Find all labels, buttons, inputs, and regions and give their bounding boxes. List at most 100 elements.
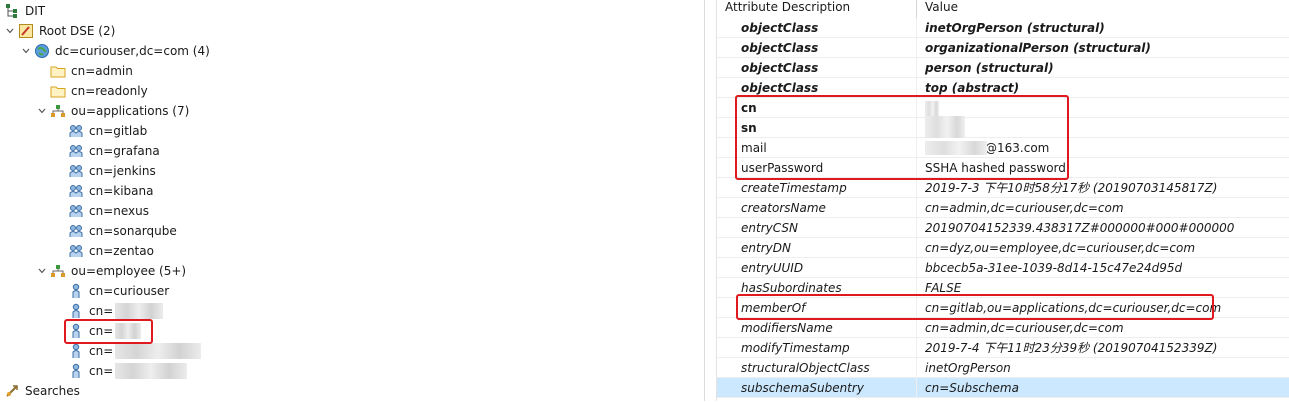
- dit-tree-pane: DIT Root DSE (2) dc=curiouser,dc=com (4)…: [0, 0, 705, 401]
- tree-label-app: cn=sonarqube: [89, 224, 177, 238]
- searches-icon: [4, 383, 20, 399]
- chevron-down-icon[interactable]: [20, 41, 32, 61]
- attribute-value: inetOrgPerson: [925, 360, 1011, 375]
- group-icon: [68, 223, 84, 239]
- attribute-row-selected[interactable]: subschemaSubentry cn=Subschema: [717, 377, 1289, 398]
- attribute-row[interactable]: objectClass inetOrgPerson (structural): [717, 17, 1289, 38]
- tree-item-applications[interactable]: ou=applications (7): [0, 101, 704, 121]
- tree-label-app: cn=nexus: [89, 204, 149, 218]
- attribute-row[interactable]: structuralObjectClass inetOrgPerson: [717, 357, 1289, 378]
- group-icon: [68, 183, 84, 199]
- attribute-name: entryUUID: [717, 257, 917, 278]
- highlight-box-credentials: [735, 95, 1069, 180]
- tree-label-app: cn=zentao: [89, 244, 154, 258]
- tree-label-searches: Searches: [25, 384, 80, 398]
- redacted-text: [115, 343, 202, 359]
- group-icon: [68, 163, 84, 179]
- attribute-row[interactable]: createTimestamp 2019-7-3 下午10时58分17秒 (20…: [717, 177, 1289, 198]
- attribute-name: objectClass: [717, 37, 917, 58]
- tree-label-readonly: cn=readonly: [71, 84, 148, 98]
- tree-item-admin[interactable]: cn=admin: [0, 61, 704, 81]
- group-icon: [68, 203, 84, 219]
- attribute-value: 20190704152339.438317Z#000000#000#000000: [925, 220, 1235, 235]
- attribute-row[interactable]: entryCSN 20190704152339.438317Z#000000#0…: [717, 217, 1289, 238]
- attribute-row[interactable]: entryDN cn=dyz,ou=employee,dc=curiouser,…: [717, 237, 1289, 258]
- attribute-value: cn=dyz,ou=employee,dc=curiouser,dc=com: [925, 240, 1196, 255]
- tree-item-person[interactable]: cn=: [0, 341, 704, 361]
- tree-item-employee[interactable]: ou=employee (5+): [0, 261, 704, 281]
- redacted-text: [115, 363, 188, 379]
- group-icon: [68, 243, 84, 259]
- selection-highlight-box: [64, 319, 153, 344]
- dit-tree-icon: [4, 3, 20, 19]
- person-icon: [68, 343, 84, 359]
- tree-item-app[interactable]: cn=nexus: [0, 201, 704, 221]
- attribute-name: structuralObjectClass: [717, 357, 917, 378]
- tree-item-root-dse[interactable]: Root DSE (2): [0, 21, 704, 41]
- tree-label-admin: cn=admin: [71, 64, 133, 78]
- tree-item-dit[interactable]: DIT: [0, 1, 704, 21]
- attribute-row[interactable]: modifyTimestamp 2019-7-4 下午11时23分39秒 (20…: [717, 337, 1289, 358]
- tree-item-app[interactable]: cn=kibana: [0, 181, 704, 201]
- attribute-value: bbcecb5a-31ee-1039-8d14-15c47e24d95d: [925, 260, 1183, 275]
- attribute-value: inetOrgPerson (structural): [925, 20, 1105, 35]
- attribute-row[interactable]: objectClass person (structural): [717, 57, 1289, 78]
- attribute-name: subschemaSubentry: [717, 377, 917, 398]
- chevron-down-icon[interactable]: [36, 261, 48, 281]
- chevron-down-icon[interactable]: [4, 21, 16, 41]
- tree-item-person[interactable]: cn=: [0, 301, 704, 321]
- group-icon: [68, 123, 84, 139]
- tree-label-app: cn=kibana: [89, 184, 154, 198]
- tree-item-readonly[interactable]: cn=readonly: [0, 81, 704, 101]
- tree-item-app[interactable]: cn=grafana: [0, 141, 704, 161]
- org-unit-icon: [50, 263, 66, 279]
- attribute-name: entryDN: [717, 237, 917, 258]
- tree-label-person: cn=: [89, 364, 114, 378]
- attribute-row[interactable]: modifiersName cn=admin,dc=curiouser,dc=c…: [717, 317, 1289, 338]
- attribute-name: modifyTimestamp: [717, 337, 917, 358]
- column-header-description[interactable]: Attribute Description: [717, 0, 917, 18]
- attribute-value: cn=admin,dc=curiouser,dc=com: [925, 200, 1124, 215]
- attribute-value: cn=admin,dc=curiouser,dc=com: [925, 320, 1124, 335]
- tree-label-person: cn=: [89, 344, 114, 358]
- tree-label-app: cn=grafana: [89, 144, 160, 158]
- tree-item-app[interactable]: cn=gitlab: [0, 121, 704, 141]
- attribute-name: createTimestamp: [717, 177, 917, 198]
- attribute-name: entryCSN: [717, 217, 917, 238]
- attribute-row[interactable]: creatorsName cn=admin,dc=curiouser,dc=co…: [717, 197, 1289, 218]
- tree-label-app: cn=jenkins: [89, 164, 156, 178]
- tree-item-person[interactable]: cn=curiouser: [0, 281, 704, 301]
- tree-item-searches[interactable]: Searches: [0, 381, 704, 401]
- tree-label-app: cn=gitlab: [89, 124, 148, 138]
- redacted-text: [115, 303, 164, 319]
- tree-label-root-dse: Root DSE (2): [39, 24, 116, 38]
- attribute-value: cn=Subschema: [925, 380, 1019, 395]
- person-icon: [68, 283, 84, 299]
- tree-label-domain: dc=curiouser,dc=com (4): [55, 44, 210, 58]
- person-icon: [68, 363, 84, 379]
- attribute-name: objectClass: [717, 17, 917, 38]
- attribute-name: modifiersName: [717, 317, 917, 338]
- tree-item-person[interactable]: cn=: [0, 361, 704, 381]
- attribute-table: Attribute Description Value objectClass …: [716, 0, 1289, 401]
- org-unit-icon: [50, 103, 66, 119]
- globe-icon: [34, 43, 50, 59]
- highlight-box-memberof: [736, 294, 1214, 320]
- column-header-value[interactable]: Value: [917, 0, 958, 18]
- attribute-row[interactable]: objectClass organizationalPerson (struct…: [717, 37, 1289, 58]
- attribute-value: person (structural): [925, 60, 1054, 75]
- folder-icon: [50, 83, 66, 99]
- tree-item-domain[interactable]: dc=curiouser,dc=com (4): [0, 41, 704, 61]
- tree-label-person: cn=curiouser: [89, 284, 170, 298]
- attribute-name: creatorsName: [717, 197, 917, 218]
- chevron-down-icon[interactable]: [36, 101, 48, 121]
- tree-item-app[interactable]: cn=jenkins: [0, 161, 704, 181]
- tree-item-app[interactable]: cn=sonarqube: [0, 221, 704, 241]
- tree-label-person: cn=: [89, 304, 114, 318]
- attribute-value: organizationalPerson (structural): [925, 40, 1151, 55]
- tree-item-app[interactable]: cn=zentao: [0, 241, 704, 261]
- attribute-value: 2019-7-4 下午11时23分39秒 (20190704152339Z): [925, 340, 1218, 355]
- tree-label-dit: DIT: [25, 4, 46, 18]
- attribute-row[interactable]: entryUUID bbcecb5a-31ee-1039-8d14-15c47e…: [717, 257, 1289, 278]
- tree-label-employee: ou=employee (5+): [71, 264, 187, 278]
